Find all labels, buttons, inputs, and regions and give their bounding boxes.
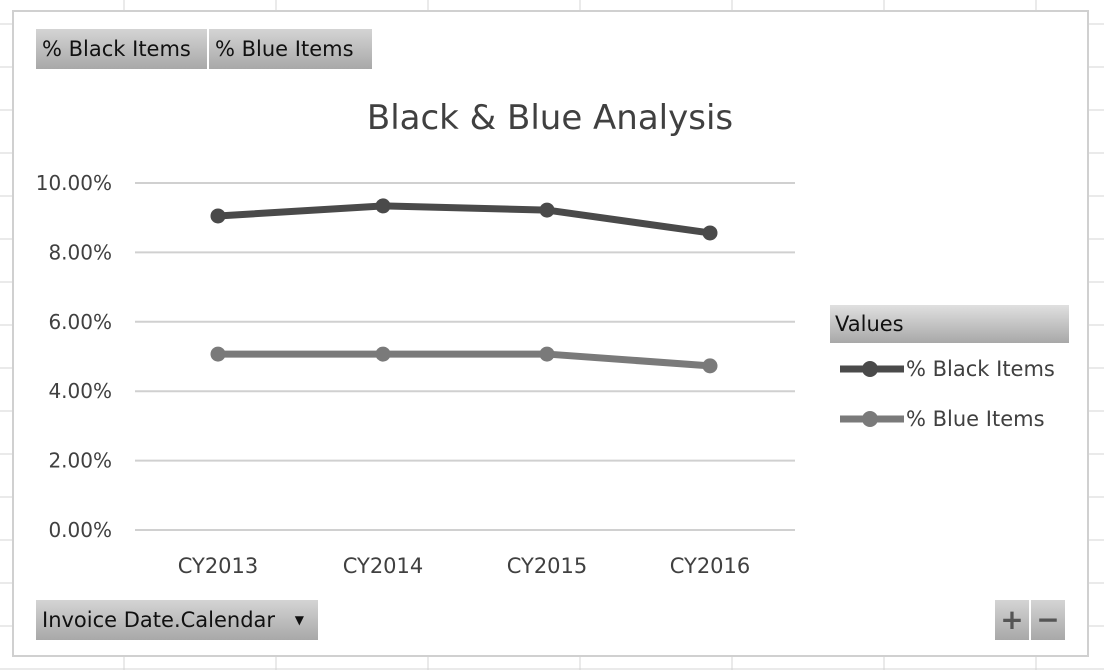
x-tick-label: CY2015 xyxy=(507,554,588,578)
data-point xyxy=(375,198,391,214)
collapse-field-button[interactable]: − xyxy=(1031,600,1065,640)
data-point xyxy=(539,202,555,218)
x-tick-label: CY2013 xyxy=(178,554,259,578)
data-point xyxy=(375,346,391,362)
legend-item-black: % Black Items xyxy=(838,357,1055,381)
y-tick-label: 10.00% xyxy=(36,171,112,195)
data-point xyxy=(210,346,226,362)
x-tick-label: CY2014 xyxy=(343,554,424,578)
y-tick-label: 0.00% xyxy=(48,518,112,542)
y-tick-label: 8.00% xyxy=(48,240,112,264)
x-tick-label: CY2016 xyxy=(670,554,751,578)
series-line-0 xyxy=(217,202,711,237)
data-point xyxy=(539,346,555,362)
y-tick-label: 2.00% xyxy=(48,449,112,473)
data-point xyxy=(702,358,718,374)
axis-field-label: Invoice Date.Calendar xyxy=(42,608,276,632)
y-tick-label: 4.00% xyxy=(48,379,112,403)
legend-marker-black-icon xyxy=(840,361,904,377)
legend-item-blue: % Blue Items xyxy=(838,407,1045,431)
data-point xyxy=(702,225,718,241)
legend-label: % Blue Items xyxy=(906,407,1045,431)
expand-field-button[interactable]: + xyxy=(995,600,1029,640)
axis-field-button[interactable]: Invoice Date.Calendar ▼ xyxy=(36,600,318,640)
legend-title[interactable]: Values xyxy=(830,305,1069,343)
dropdown-arrow-icon: ▼ xyxy=(294,613,304,627)
series-line-1 xyxy=(218,350,711,370)
data-point xyxy=(210,208,226,224)
legend-marker-blue-icon xyxy=(840,411,904,427)
y-tick-label: 6.00% xyxy=(48,310,112,334)
legend-label: % Black Items xyxy=(906,357,1055,381)
